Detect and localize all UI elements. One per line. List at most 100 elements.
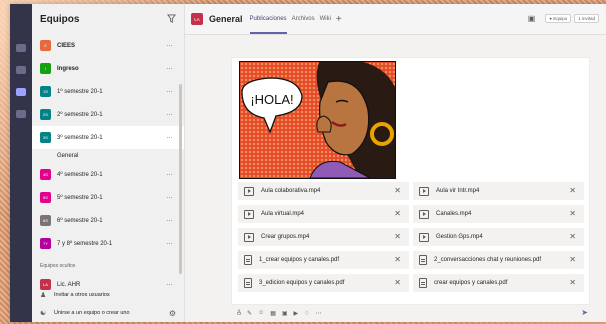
more-options-icon[interactable]: ⋯ <box>316 310 322 317</box>
team-avatar: 7Y <box>40 238 51 249</box>
attachment-name: Aula colaborativa.mp4 <box>261 188 321 194</box>
tab-archivos[interactable]: Archivos <box>292 4 315 34</box>
remove-attachment-icon[interactable]: ✕ <box>569 186 576 195</box>
more-options-icon[interactable]: … <box>166 133 174 140</box>
attachment-item[interactable]: Aula colaborativa.mp4 ✕ <box>238 182 409 200</box>
pdf-file-icon <box>244 255 252 265</box>
attachment-item[interactable]: Crear grupos.mp4 ✕ <box>238 228 409 246</box>
channel-item-general[interactable]: General <box>32 149 184 163</box>
meet-icon[interactable]: ▶ <box>294 310 299 317</box>
filter-icon[interactable] <box>167 13 176 25</box>
channel-avatar: LA <box>191 13 203 25</box>
team-avatar: 6S <box>40 215 51 226</box>
channel-title: General <box>209 14 243 24</box>
attach-icon[interactable]: ✎ <box>247 310 252 317</box>
team-item[interactable]: 5S 5º semestre 20-1… <box>32 186 184 209</box>
team-badge-label: Equipo <box>553 16 568 21</box>
attachment-item[interactable]: 1_crear equipos y canales.pdf ✕ <box>238 251 409 269</box>
attachment-item[interactable]: Aula vir Intr.mp4 ✕ <box>413 182 584 200</box>
more-options-icon[interactable]: … <box>166 87 174 94</box>
more-options-icon[interactable]: … <box>166 193 174 200</box>
activity-icon[interactable] <box>16 44 26 52</box>
join-team-icon: ☯ <box>40 310 47 317</box>
team-item[interactable]: 1S 1º semestre 20-1… <box>32 80 184 103</box>
team-name: 6º semestre 20-1 <box>57 217 103 224</box>
video-file-icon <box>244 209 254 219</box>
team-badge[interactable]: ● Equipo <box>545 14 572 23</box>
teams-sidebar: Equipos C CIEES … I Ingreso … 1S 1º semestre 20… <box>32 4 185 322</box>
teams-icon[interactable] <box>16 88 26 96</box>
settings-icon[interactable]: ⚙ <box>169 309 176 318</box>
attachment-item[interactable]: crear equipos y canales.pdf ✕ <box>413 274 584 292</box>
remove-attachment-icon[interactable]: ✕ <box>394 186 401 195</box>
team-item[interactable]: 7Y 7 y 8º semestre 20-1… <box>32 232 184 255</box>
remove-attachment-icon[interactable]: ✕ <box>569 278 576 287</box>
video-file-icon <box>244 232 254 242</box>
remove-attachment-icon[interactable]: ✕ <box>569 209 576 218</box>
attachment-name: Crear grupos.mp4 <box>261 234 310 240</box>
tab-publicaciones[interactable]: Publicaciones <box>249 4 287 34</box>
sidebar-scrollbar[interactable] <box>179 84 182 274</box>
sticker-icon[interactable]: ▣ <box>282 310 288 317</box>
more-options-icon[interactable]: … <box>166 239 174 246</box>
invite-users-button[interactable]: ♟ Invitar a otros usuarios <box>32 286 184 304</box>
team-item[interactable]: I Ingreso… <box>32 57 184 80</box>
video-file-icon <box>419 186 429 196</box>
attachment-item[interactable]: Gestion Gps.mp4 ✕ <box>413 228 584 246</box>
attachment-name: 3_edicion equipos y canales.pdf <box>259 280 345 286</box>
gif-icon[interactable]: ▦ <box>270 310 276 317</box>
calendar-icon[interactable] <box>16 110 26 118</box>
team-item[interactable]: 3S 3º semestre 20-1… <box>32 126 184 149</box>
more-options-icon[interactable]: … <box>166 64 174 71</box>
teams-window: Equipos C CIEES … I Ingreso … 1S 1º semestre 20… <box>10 4 606 322</box>
team-avatar: 3S <box>40 132 51 143</box>
header-right: ▣ ● Equipo 1 invitad <box>528 14 602 23</box>
attachment-name: Gestion Gps.mp4 <box>436 234 483 240</box>
team-name: 5º semestre 20-1 <box>57 194 103 201</box>
format-icon[interactable]: A̲ <box>237 310 241 316</box>
team-item[interactable]: 2S 2º semestre 20-1 … <box>32 103 184 126</box>
video-file-icon <box>419 209 429 219</box>
join-team-button[interactable]: ☯ Unirse a un equipo o crear uno ⚙ <box>32 304 184 322</box>
praise-icon[interactable]: ♢ <box>304 310 309 317</box>
more-options-icon[interactable]: … <box>166 41 174 48</box>
attachment-grid: Aula colaborativa.mp4 ✕ Aula vir Intr.mp4 ✕… <box>238 182 584 292</box>
pdf-file-icon <box>419 278 427 288</box>
team-avatar: 2S <box>40 109 51 120</box>
tab-wiki[interactable]: Wiki <box>320 4 331 34</box>
team-item[interactable]: C CIEES… <box>32 34 184 57</box>
add-tab-icon[interactable]: + <box>336 14 342 25</box>
team-list: C CIEES … I Ingreso … 1S 1º semestre 20-1 … 2S 2º … <box>32 34 184 255</box>
attachment-item[interactable]: Aula virtual.mp4 ✕ <box>238 205 409 223</box>
pdf-file-icon <box>244 278 252 288</box>
post-card: ¡HOLA! Aula colaborativa.mp4 ✕ Aula vir In… <box>231 57 590 305</box>
attachment-name: 2_conversacciones chat y reuniones.pdf <box>434 257 542 263</box>
team-name: 2º semestre 20-1 <box>57 111 103 118</box>
video-meeting-icon[interactable]: ▣ <box>528 14 536 23</box>
send-icon[interactable]: ➤ <box>581 308 588 317</box>
emoji-icon[interactable]: ☺ <box>258 310 264 316</box>
hidden-teams-label: Equipos ocultos <box>40 263 76 269</box>
guest-badge[interactable]: 1 invitad <box>574 14 599 23</box>
remove-attachment-icon[interactable]: ✕ <box>394 209 401 218</box>
team-avatar: I <box>40 63 51 74</box>
attachment-item[interactable]: 3_edicion equipos y canales.pdf ✕ <box>238 274 409 292</box>
chat-icon[interactable] <box>16 66 26 74</box>
attachment-item[interactable]: Canales.mp4 ✕ <box>413 205 584 223</box>
remove-attachment-icon[interactable]: ✕ <box>394 255 401 264</box>
remove-attachment-icon[interactable]: ✕ <box>569 255 576 264</box>
more-options-icon[interactable]: … <box>166 110 174 117</box>
team-item[interactable]: 6S 6º semestre 20-1 … <box>32 209 184 232</box>
team-item[interactable]: 4S 4º semestre 20-1… <box>32 163 184 186</box>
remove-attachment-icon[interactable]: ✕ <box>394 278 401 287</box>
remove-attachment-icon[interactable]: ✕ <box>394 232 401 241</box>
compose-toolbar: A̲ ✎ ☺ ▦ ▣ ▶ ♢ ⋯ ➤ <box>231 306 588 320</box>
more-options-icon[interactable]: … <box>166 216 174 223</box>
attachment-item[interactable]: 2_conversacciones chat y reuniones.pdf ✕ <box>413 251 584 269</box>
post-image[interactable]: ¡HOLA! <box>239 61 396 179</box>
attachment-name: Aula vir Intr.mp4 <box>436 188 480 194</box>
more-options-icon[interactable]: … <box>166 170 174 177</box>
pdf-file-icon <box>419 255 427 265</box>
remove-attachment-icon[interactable]: ✕ <box>569 232 576 241</box>
team-avatar: 1S <box>40 86 51 97</box>
